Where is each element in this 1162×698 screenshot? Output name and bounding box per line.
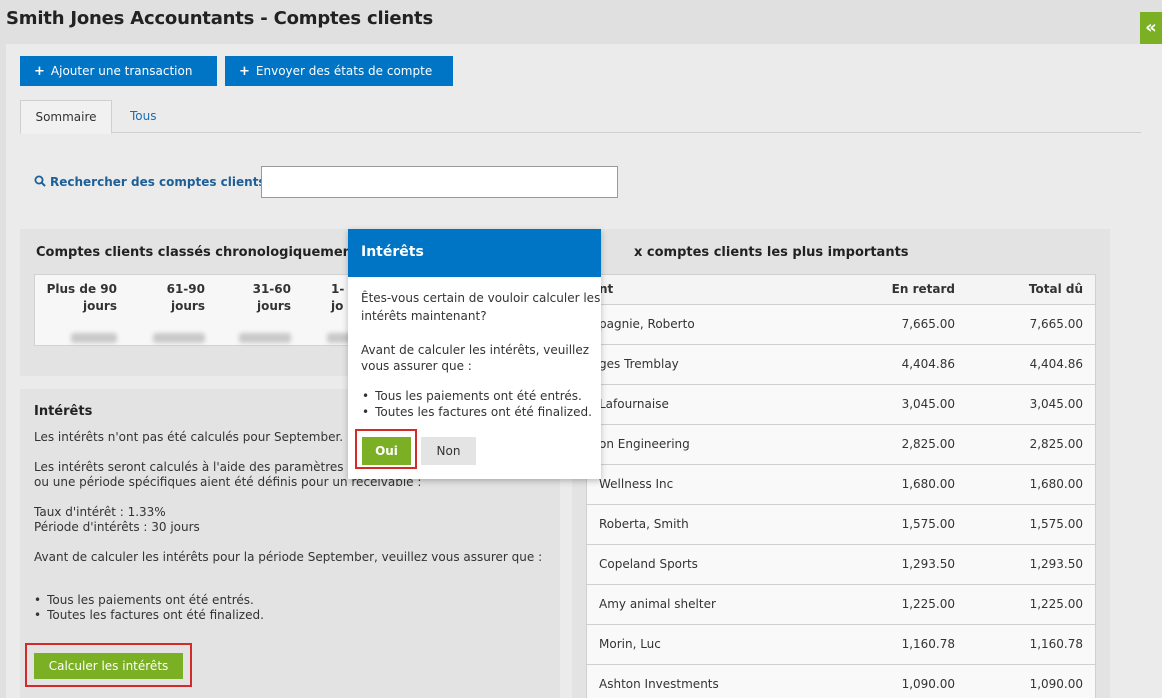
overdue-amount: 2,825.00	[901, 437, 955, 451]
client-name[interactable]: Roberta, Smith	[599, 517, 689, 531]
aging-column-header: 61-90 jours	[166, 282, 205, 313]
table-row[interactable]: pagnie, Roberto 7,665.00 7,665.00	[586, 305, 1096, 345]
tab-all[interactable]: Tous	[112, 100, 175, 134]
total-amount: 1,090.00	[1029, 677, 1083, 691]
overdue-amount: 4,404.86	[901, 357, 955, 371]
overdue-amount: 3,045.00	[901, 397, 955, 411]
total-amount: 1,680.00	[1029, 477, 1083, 491]
top-receivables-table: nt En retard Total dû pagnie, Roberto 7,…	[586, 274, 1096, 698]
table-row[interactable]: Wellness Inc 1,680.00 1,680.00	[586, 465, 1096, 505]
table-header-row: nt En retard Total dû	[586, 275, 1096, 305]
overdue-amount: 7,665.00	[901, 317, 955, 331]
interest-confirm-dialog: Intérêts Êtes-vous certain de vouloir ca…	[348, 229, 601, 479]
aging-panel: Comptes clients classés chronologiquemen…	[20, 229, 362, 376]
yes-button[interactable]: Oui	[362, 437, 411, 465]
double-chevron-left-icon: «	[1145, 17, 1157, 38]
send-statements-button[interactable]: + Envoyer des états de compte	[225, 56, 453, 86]
total-amount: 1,575.00	[1029, 517, 1083, 531]
column-header-overdue: En retard	[891, 282, 955, 296]
aging-column-header: 31-60 jours	[252, 282, 291, 313]
interest-bullet: Toutes les factures ont été finalized.	[34, 608, 264, 622]
interest-bullet: Tous les paiements ont été entrés.	[34, 593, 254, 607]
client-name[interactable]: Wellness Inc	[599, 477, 673, 491]
aging-value-blurred	[71, 333, 117, 343]
aging-value-blurred	[153, 333, 205, 343]
interest-before-text: Avant de calculer les intérêts pour la p…	[34, 550, 543, 564]
client-name[interactable]: Morin, Luc	[599, 637, 661, 651]
table-row[interactable]: Ashton Investments 1,090.00 1,090.00	[586, 665, 1096, 698]
interest-period-text: Période d'intérêts : 30 jours	[34, 520, 200, 534]
dialog-title: Intérêts	[361, 244, 424, 260]
client-name[interactable]: Copeland Sports	[599, 557, 698, 571]
client-name[interactable]: Ashton Investments	[599, 677, 719, 691]
total-amount: 1,293.50	[1029, 557, 1083, 571]
aging-value-blurred	[239, 333, 291, 343]
search-link[interactable]: Rechercher des comptes clients	[34, 175, 266, 189]
dialog-info: Avant de calculer les intérêts, veuillez	[361, 343, 590, 357]
calculate-interest-button[interactable]: Calculer les intérêts	[34, 653, 183, 679]
search-icon	[34, 175, 46, 187]
table-row[interactable]: Copeland Sports 1,293.50 1,293.50	[586, 545, 1096, 585]
dialog-header: Intérêts	[348, 229, 601, 277]
dialog-question: intérêts maintenant?	[361, 309, 487, 323]
overdue-amount: 1,160.78	[901, 637, 955, 651]
no-button[interactable]: Non	[421, 437, 476, 465]
dialog-info: vous assurer que :	[361, 359, 472, 373]
interest-info-text: Les intérêts seront calculés à l'aide de…	[34, 460, 355, 474]
search-label: Rechercher des comptes clients	[50, 175, 266, 189]
column-header-client: nt	[599, 282, 614, 296]
send-statements-label: Envoyer des états de compte	[255, 64, 433, 78]
total-amount: 3,045.00	[1029, 397, 1083, 411]
table-row[interactable]: Lafournaise 3,045.00 3,045.00	[586, 385, 1096, 425]
top-receivables-title: x comptes clients les plus importants	[634, 245, 909, 260]
search-input[interactable]	[261, 166, 618, 198]
client-name[interactable]: pagnie, Roberto	[599, 317, 695, 331]
plus-icon: +	[34, 64, 45, 79]
client-name[interactable]: ges Tremblay	[599, 357, 679, 371]
aging-column-header: Plus de 90 jours	[46, 282, 117, 313]
client-name[interactable]: Amy animal shelter	[599, 597, 716, 611]
overdue-amount: 1,680.00	[901, 477, 955, 491]
aging-title: Comptes clients classés chronologiquemen…	[36, 245, 359, 260]
dialog-bullet: Toutes les factures ont été finalized.	[362, 405, 592, 419]
client-name[interactable]: on Engineering	[599, 437, 690, 451]
table-row[interactable]: Morin, Luc 1,160.78 1,160.78	[586, 625, 1096, 665]
aging-table: Plus de 90 jours 61-90 jours 31-60 jours 1-…	[34, 274, 362, 346]
table-row[interactable]: on Engineering 2,825.00 2,825.00	[586, 425, 1096, 465]
page-title: Smith Jones Accountants - Comptes client…	[6, 8, 433, 29]
tab-summary[interactable]: Sommaire	[20, 100, 112, 134]
collapse-panel-button[interactable]: «	[1140, 12, 1162, 46]
table-row[interactable]: Amy animal shelter 1,225.00 1,225.00	[586, 585, 1096, 625]
interest-rate-text: Taux d'intérêt : 1.33%	[34, 505, 166, 519]
total-amount: 7,665.00	[1029, 317, 1083, 331]
overdue-amount: 1,293.50	[901, 557, 955, 571]
client-name[interactable]: Lafournaise	[599, 397, 669, 411]
interest-title: Intérêts	[34, 404, 93, 419]
overdue-amount: 1,575.00	[901, 517, 955, 531]
total-amount: 2,825.00	[1029, 437, 1083, 451]
total-amount: 4,404.86	[1029, 357, 1083, 371]
dialog-question: Êtes-vous certain de vouloir calculer le…	[361, 291, 601, 305]
total-amount: 1,225.00	[1029, 597, 1083, 611]
tab-bar: Sommaire Tous	[20, 99, 1141, 134]
column-header-total: Total dû	[1028, 282, 1083, 296]
total-amount: 1,160.78	[1029, 637, 1083, 651]
table-row[interactable]: ges Tremblay 4,404.86 4,404.86	[586, 345, 1096, 385]
plus-icon: +	[239, 64, 250, 79]
add-transaction-button[interactable]: + Ajouter une transaction	[20, 56, 217, 86]
interest-status-text: Les intérêts n'ont pas été calculés pour…	[34, 430, 344, 444]
dialog-bullet: Tous les paiements ont été entrés.	[362, 389, 582, 403]
overdue-amount: 1,090.00	[901, 677, 955, 691]
overdue-amount: 1,225.00	[901, 597, 955, 611]
app-header: Smith Jones Accountants - Comptes client…	[0, 0, 1162, 46]
table-row[interactable]: Roberta, Smith 1,575.00 1,575.00	[586, 505, 1096, 545]
top-receivables-panel: x comptes clients les plus importants nt…	[572, 229, 1110, 698]
add-transaction-label: Ajouter une transaction	[50, 64, 193, 78]
